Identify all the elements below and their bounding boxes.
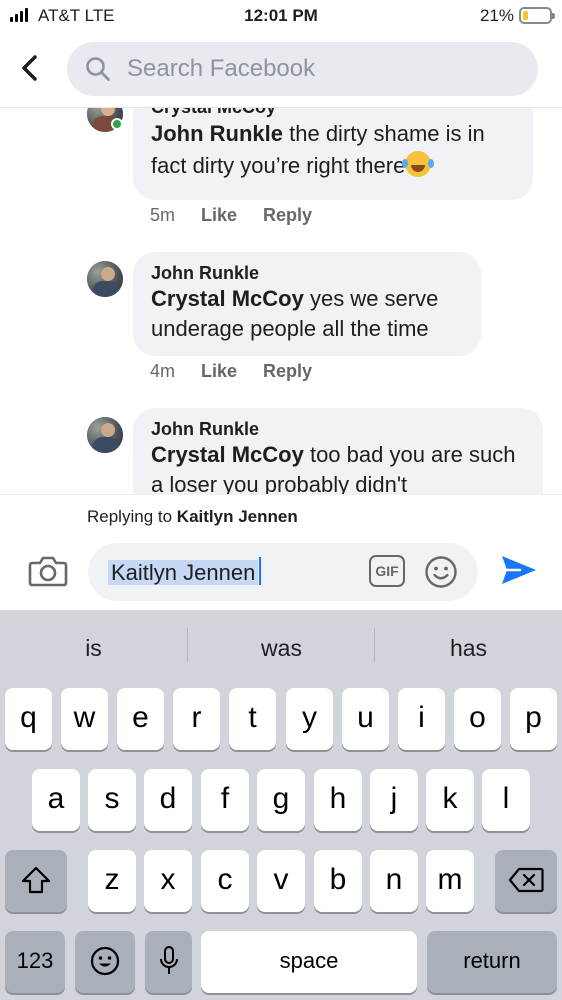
top-bar bbox=[0, 34, 562, 108]
key[interactable]: m bbox=[426, 850, 474, 912]
key[interactable]: v bbox=[257, 850, 305, 912]
comment-author[interactable]: John Runkle bbox=[151, 262, 463, 284]
key[interactable]: c bbox=[201, 850, 249, 912]
key[interactable]: d bbox=[144, 769, 192, 831]
emoji-button[interactable] bbox=[424, 555, 458, 589]
battery-percent: 21% bbox=[479, 6, 514, 25]
comment-input[interactable]: Kaitlyn Jennen GIF bbox=[88, 543, 478, 601]
numbers-key[interactable]: 123 bbox=[5, 931, 65, 993]
comment-actions: 5m Like Reply bbox=[150, 205, 312, 226]
key[interactable]: k bbox=[426, 769, 474, 831]
comment-author[interactable]: John Runkle bbox=[151, 418, 525, 440]
battery-icon bbox=[519, 7, 555, 24]
comment-bubble[interactable]: John Runkle Crystal McCoy too bad you ar… bbox=[133, 408, 543, 494]
selected-mention: Kaitlyn Jennen bbox=[108, 560, 259, 585]
comment-text: Crystal McCoy yes we serve underage peop… bbox=[151, 286, 439, 341]
key[interactable]: w bbox=[61, 688, 108, 750]
camera-button[interactable] bbox=[28, 553, 68, 589]
comment-timestamp: 4m bbox=[150, 361, 176, 381]
key[interactable]: x bbox=[144, 850, 192, 912]
key[interactable]: t bbox=[229, 688, 276, 750]
send-button[interactable] bbox=[500, 553, 538, 587]
key[interactable]: r bbox=[173, 688, 220, 750]
search-input[interactable] bbox=[127, 42, 507, 96]
key[interactable]: q bbox=[5, 688, 52, 750]
comment-bubble[interactable]: Crystal McCoy John Runkle the dirty sham… bbox=[133, 108, 533, 200]
key[interactable]: i bbox=[398, 688, 445, 750]
mention-tag[interactable]: Crystal McCoy bbox=[151, 442, 304, 467]
camera-icon bbox=[28, 556, 68, 587]
comment-actions: 4m Like Reply bbox=[150, 361, 312, 382]
comment-text: Crystal McCoy too bad you are such a los… bbox=[151, 442, 516, 494]
status-bar: AT&T LTE 12:01 PM 21% bbox=[0, 0, 562, 34]
mention-tag[interactable]: Crystal McCoy bbox=[151, 286, 304, 311]
like-button[interactable]: Like bbox=[201, 361, 237, 382]
comment-thread: Crystal McCoy John Runkle the dirty sham… bbox=[0, 108, 562, 494]
key[interactable]: y bbox=[286, 688, 333, 750]
key[interactable]: a bbox=[32, 769, 80, 831]
key[interactable]: p bbox=[510, 688, 557, 750]
key[interactable]: l bbox=[482, 769, 530, 831]
key[interactable]: h bbox=[314, 769, 362, 831]
online-status-dot bbox=[111, 118, 123, 130]
replying-to-label: Replying to Kaitlyn Jennen bbox=[87, 507, 298, 526]
key[interactable]: j bbox=[370, 769, 418, 831]
suggestion[interactable]: was bbox=[188, 610, 375, 678]
key[interactable]: u bbox=[342, 688, 389, 750]
reply-composer: Replying to Kaitlyn Jennen Kaitlyn Jenne… bbox=[0, 494, 562, 610]
backspace-key[interactable] bbox=[495, 850, 557, 912]
search-bar[interactable] bbox=[67, 42, 538, 96]
laughing-crying-emoji-icon bbox=[402, 151, 432, 177]
text-cursor bbox=[259, 557, 262, 585]
back-button[interactable] bbox=[14, 52, 46, 84]
comment-text: John Runkle the dirty shame is in fact d… bbox=[151, 121, 485, 178]
keyboard: is was has q w e r t y u i o p a s d f g… bbox=[0, 610, 562, 1000]
gif-button[interactable]: GIF bbox=[369, 555, 405, 587]
key[interactable]: z bbox=[88, 850, 136, 912]
shift-arrow-icon bbox=[21, 866, 51, 894]
mention-tag[interactable]: John Runkle bbox=[151, 121, 283, 146]
key[interactable]: g bbox=[257, 769, 305, 831]
emoji-key[interactable] bbox=[75, 931, 135, 993]
dictation-key[interactable] bbox=[145, 931, 192, 993]
avatar[interactable] bbox=[87, 261, 123, 297]
return-key[interactable]: return bbox=[427, 931, 557, 993]
reply-button[interactable]: Reply bbox=[263, 361, 312, 382]
comment-input-text[interactable]: Kaitlyn Jennen bbox=[108, 557, 262, 588]
key[interactable]: e bbox=[117, 688, 164, 750]
microphone-icon bbox=[159, 946, 178, 974]
smiley-icon bbox=[425, 556, 457, 588]
key[interactable]: b bbox=[314, 850, 362, 912]
replying-to-name: Kaitlyn Jennen bbox=[176, 507, 298, 526]
key[interactable]: n bbox=[370, 850, 418, 912]
search-icon bbox=[86, 57, 110, 81]
emoji-keyboard-icon bbox=[90, 946, 120, 976]
backspace-icon bbox=[508, 867, 544, 893]
send-icon bbox=[502, 556, 536, 584]
avatar[interactable] bbox=[87, 417, 123, 453]
key[interactable]: o bbox=[454, 688, 501, 750]
comment-timestamp: 5m bbox=[150, 205, 176, 225]
comment-bubble[interactable]: John Runkle Crystal McCoy yes we serve u… bbox=[133, 252, 481, 356]
suggestion[interactable]: has bbox=[375, 610, 562, 678]
reply-button[interactable]: Reply bbox=[263, 205, 312, 226]
comment-author[interactable]: Crystal McCoy bbox=[151, 108, 515, 118]
suggestion[interactable]: is bbox=[0, 610, 187, 678]
space-key[interactable]: space bbox=[201, 931, 417, 993]
status-time: 12:01 PM bbox=[244, 6, 318, 25]
like-button[interactable]: Like bbox=[201, 205, 237, 226]
chevron-left-icon bbox=[22, 55, 37, 81]
key[interactable]: s bbox=[88, 769, 136, 831]
shift-key[interactable] bbox=[5, 850, 67, 912]
key[interactable]: f bbox=[201, 769, 249, 831]
predictive-suggestions: is was has bbox=[0, 610, 562, 678]
